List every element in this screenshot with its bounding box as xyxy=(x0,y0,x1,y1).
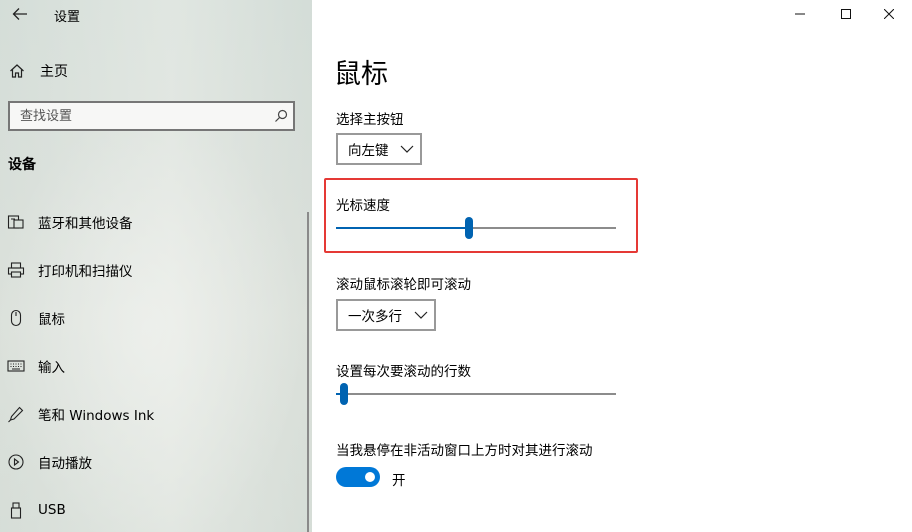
toggle-state-text: 开 xyxy=(392,473,406,489)
inactive-scroll-label: 当我悬停在非活动窗口上方时对其进行滚动 xyxy=(336,443,593,459)
close-icon xyxy=(884,9,894,19)
back-button[interactable] xyxy=(4,0,36,28)
printer-icon xyxy=(6,260,26,280)
sidebar-item-pen[interactable]: 笔和 Windows Ink xyxy=(0,394,312,434)
nav-home[interactable]: 主页 xyxy=(0,56,312,86)
maximize-button[interactable] xyxy=(823,0,869,28)
chevron-down-icon xyxy=(400,142,414,156)
sidebar-item-bluetooth[interactable]: 蓝牙和其他设备 xyxy=(0,202,312,242)
usb-icon xyxy=(6,500,26,520)
search-icon[interactable] xyxy=(273,108,289,124)
nav-scrollbar[interactable] xyxy=(307,212,309,532)
sidebar-item-label: 打印机和扫描仪 xyxy=(38,264,133,280)
sidebar-item-mouse[interactable]: 鼠标 xyxy=(0,298,312,338)
sidebar-item-usb[interactable]: USB xyxy=(0,490,312,530)
sidebar-item-label: 输入 xyxy=(38,360,65,376)
toggle-knob xyxy=(365,472,375,482)
sidebar-item-label: 自动播放 xyxy=(38,456,92,472)
lines-to-scroll-slider[interactable] xyxy=(336,383,616,405)
slider-fill xyxy=(336,227,469,229)
sidebar-item-printers[interactable]: 打印机和扫描仪 xyxy=(0,250,312,290)
sidebar-item-input[interactable]: 输入 xyxy=(0,346,312,386)
minimize-icon xyxy=(795,13,805,15)
slider-thumb[interactable] xyxy=(340,383,349,405)
dropdown-value: 一次多行 xyxy=(348,309,402,325)
sidebar-item-label: USB xyxy=(38,502,66,518)
close-button[interactable] xyxy=(866,0,912,28)
cursor-speed-highlight xyxy=(324,178,638,253)
home-icon xyxy=(8,62,26,80)
section-title: 设备 xyxy=(8,157,36,173)
chevron-down-icon xyxy=(414,308,428,322)
content-pane: 鼠标 选择主按钮 向左键 光标速度 滚动鼠标滚轮即可滚动 一次多行 设置每次要滚… xyxy=(312,0,912,532)
search-input[interactable] xyxy=(10,103,260,129)
app-title: 设置 xyxy=(54,10,81,25)
pen-icon xyxy=(6,404,26,424)
primary-button-dropdown[interactable]: 向左键 xyxy=(336,133,422,165)
scroll-wheel-dropdown[interactable]: 一次多行 xyxy=(336,299,436,331)
autoplay-icon xyxy=(6,452,26,472)
bluetooth-devices-icon xyxy=(6,212,26,232)
mouse-icon xyxy=(6,308,26,328)
nav-home-label: 主页 xyxy=(40,64,68,80)
sidebar-item-autoplay[interactable]: 自动播放 xyxy=(0,442,312,482)
slider-thumb[interactable] xyxy=(465,217,473,239)
primary-button-label: 选择主按钮 xyxy=(336,112,404,128)
sidebar-item-label: 鼠标 xyxy=(38,312,65,328)
dropdown-value: 向左键 xyxy=(348,143,389,159)
minimize-button[interactable] xyxy=(777,0,823,28)
maximize-icon xyxy=(841,9,851,19)
back-arrow-icon xyxy=(12,8,27,20)
inactive-scroll-toggle[interactable] xyxy=(336,467,380,487)
keyboard-icon xyxy=(6,356,26,376)
cursor-speed-label: 光标速度 xyxy=(336,198,390,214)
navigation-pane: 设置 主页 设备 蓝牙和其他设备 xyxy=(0,0,312,532)
page-title: 鼠标 xyxy=(334,59,388,90)
sidebar-item-label: 笔和 Windows Ink xyxy=(38,408,155,424)
slider-track xyxy=(336,393,616,395)
sidebar-item-label: 蓝牙和其他设备 xyxy=(38,216,133,232)
lines-to-scroll-label: 设置每次要滚动的行数 xyxy=(336,364,471,380)
cursor-speed-slider[interactable] xyxy=(336,217,616,239)
scroll-wheel-label: 滚动鼠标滚轮即可滚动 xyxy=(336,277,471,293)
search-box[interactable] xyxy=(8,101,295,131)
